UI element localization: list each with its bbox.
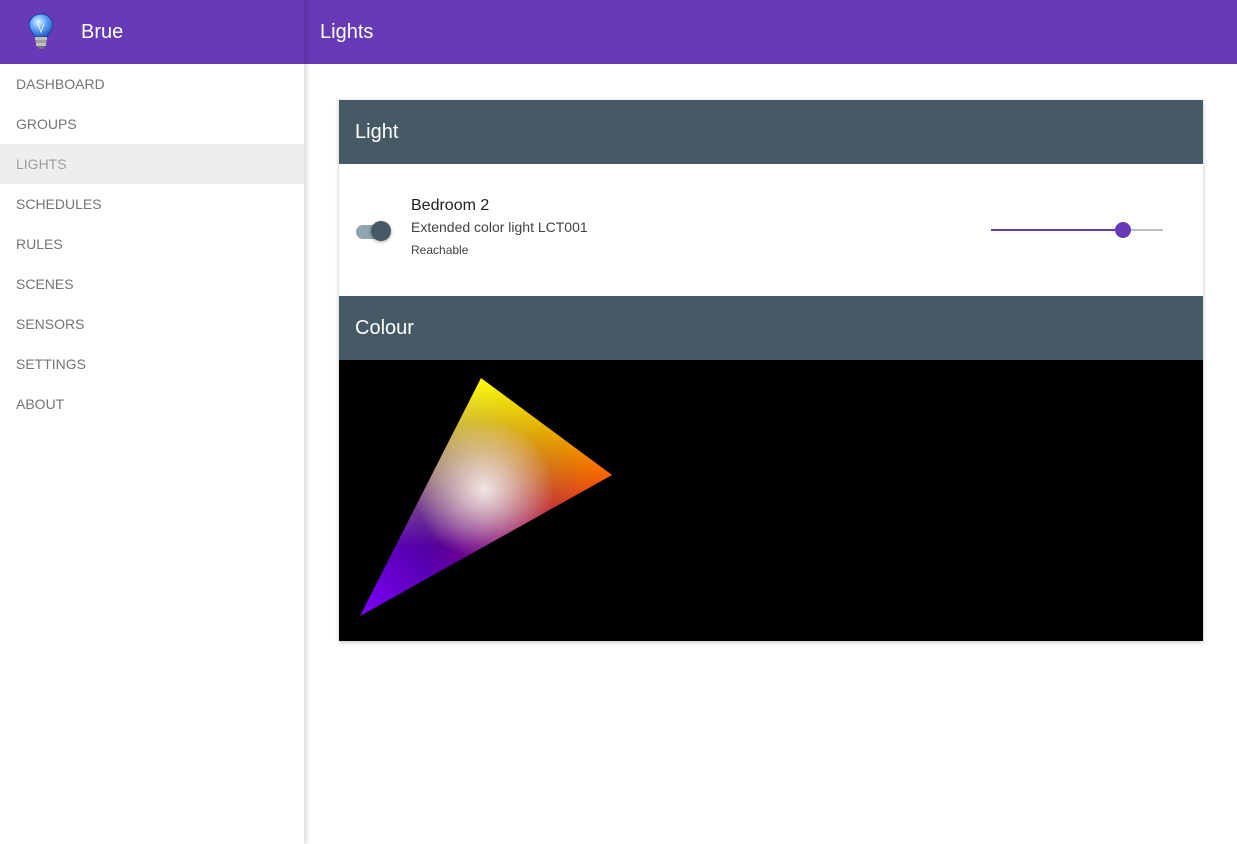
slider-fill	[991, 229, 1124, 231]
light-section-header: Light	[339, 100, 1203, 164]
topbar: Lights	[304, 0, 1237, 64]
sidebar-item-schedules[interactable]: SCHEDULES	[0, 184, 304, 224]
sidebar-item-groups[interactable]: GROUPS	[0, 104, 304, 144]
sidebar-item-scenes[interactable]: SCENES	[0, 264, 304, 304]
light-name: Bedroom 2	[411, 197, 490, 214]
sidebar-item-rules[interactable]: RULES	[0, 224, 304, 264]
sidebar-item-settings[interactable]: SETTINGS	[0, 344, 304, 384]
sidebar: Brue DASHBOARD GROUPS LIGHTS SCHEDULES RULES…	[0, 0, 304, 844]
slider-thumb[interactable]	[1115, 222, 1132, 238]
toggle-thumb	[371, 221, 391, 241]
light-section-title: Light	[355, 120, 399, 143]
sidebar-nav: DASHBOARD GROUPS LIGHTS SCHEDULES RULES SCENE…	[0, 64, 304, 424]
light-status: Reachable	[411, 243, 469, 257]
colour-picker[interactable]	[339, 360, 1203, 641]
page-title: Lights	[320, 20, 374, 43]
light-card: Light Bedroom 2 Extended color light LCT…	[339, 100, 1203, 641]
sidebar-item-dashboard[interactable]: DASHBOARD	[0, 64, 304, 104]
colour-section-title: Colour	[355, 316, 414, 339]
light-type: Extended color light LCT001	[411, 219, 588, 235]
colour-gamut-triangle[interactable]	[339, 360, 1203, 641]
gamut-layer-4	[360, 378, 612, 616]
app-name: Brue	[81, 20, 124, 43]
brightness-slider[interactable]	[991, 218, 1163, 242]
light-power-toggle[interactable]	[356, 220, 391, 242]
colour-section-header: Colour	[339, 296, 1203, 360]
sidebar-item-about[interactable]: ABOUT	[0, 384, 304, 424]
app-root: Brue DASHBOARD GROUPS LIGHTS SCHEDULES RULES…	[0, 0, 1237, 844]
sidebar-item-lights[interactable]: LIGHTS	[0, 144, 304, 184]
lightbulb-icon	[28, 13, 54, 49]
sidebar-item-sensors[interactable]: SENSORS	[0, 304, 304, 344]
sidebar-header: Brue	[0, 0, 304, 64]
